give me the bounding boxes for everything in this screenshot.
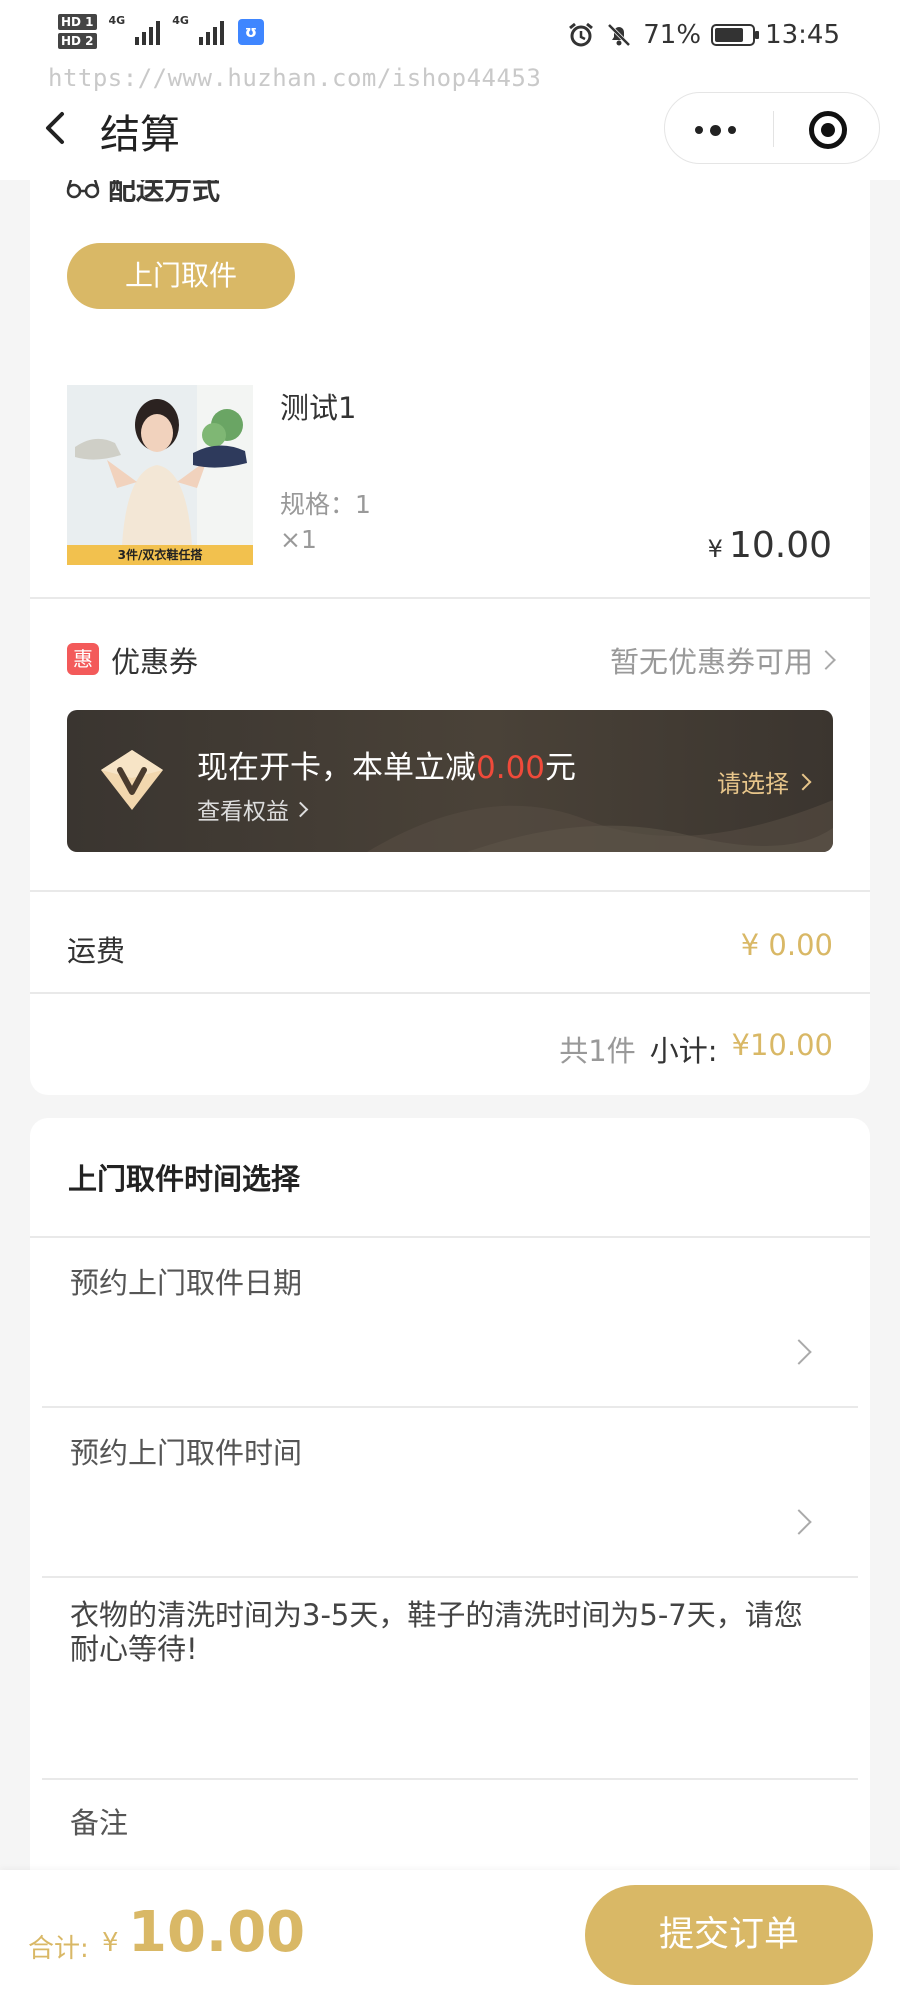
- product-price: ¥10.00: [708, 525, 832, 566]
- status-left: HD 1 HD 2 4G 4G ʊ: [58, 14, 264, 49]
- status-bar: HD 1 HD 2 4G 4G ʊ 71% 13:45 https://www.…: [0, 0, 900, 92]
- coupon-badge-icon: 惠: [67, 643, 99, 675]
- glasses-icon: [66, 179, 100, 199]
- status-right: 71% 13:45: [567, 20, 840, 50]
- order-card: 配送方式 上门取件 3件/双衣鞋任搭 测试1 规格：1 ×1 ¥10.00 惠 …: [30, 140, 870, 1095]
- pickup-time-title: 上门取件时间选择: [68, 1162, 301, 1196]
- back-arrow-icon[interactable]: [38, 110, 74, 146]
- divider: [30, 1236, 870, 1238]
- battery-percent: 71%: [643, 20, 702, 50]
- vip-title-prefix: 现在开卡，本单立减: [197, 750, 476, 786]
- mute-bell-icon: [607, 23, 631, 47]
- page-title: 结算: [100, 112, 180, 158]
- divider: [30, 890, 870, 892]
- chevron-right-icon: [786, 1509, 812, 1535]
- product-price-value: 10.00: [728, 525, 832, 566]
- divider: [42, 1406, 858, 1408]
- divider: [42, 1778, 858, 1780]
- vip-benefits-text: 查看权益: [197, 799, 289, 825]
- battery-icon: [711, 24, 760, 46]
- hd2-badge: HD 2: [58, 33, 97, 49]
- chevron-right-icon: [794, 773, 812, 790]
- alarm-icon: [569, 22, 594, 47]
- total-amount: 10.00: [128, 1900, 306, 1965]
- capsule-divider: [773, 111, 774, 147]
- divider: [42, 1576, 858, 1578]
- pickup-date-label: 预约上门取件日期: [70, 1266, 303, 1300]
- product-thumb-caption: 3件/双衣鞋任搭: [67, 545, 253, 565]
- chevron-right-icon: [292, 801, 309, 817]
- item-count: 共1件: [559, 1034, 636, 1068]
- currency-symbol: ¥: [707, 535, 723, 563]
- more-options-icon[interactable]: [695, 115, 815, 145]
- hd1-badge: HD 1: [58, 14, 97, 30]
- app-notification-icon: ʊ: [237, 18, 264, 45]
- product-name: 测试1: [280, 391, 357, 425]
- signal-icon: [135, 19, 161, 45]
- product-spec: 规格：1: [280, 490, 371, 519]
- pickup-method-button[interactable]: 上门取件: [67, 243, 295, 309]
- coupon-status-text: 暂无优惠券可用: [609, 645, 813, 679]
- vip-benefits-link[interactable]: 查看权益: [197, 792, 309, 826]
- product-thumbnail: 3件/双衣鞋任搭: [67, 385, 253, 565]
- coupon-label: 优惠券: [111, 645, 199, 679]
- checkout-bar: 合计: ¥ 10.00 提交订单: [0, 1870, 900, 2000]
- chevron-right-icon: [816, 650, 836, 670]
- coupon-status: 暂无优惠券可用: [609, 639, 836, 681]
- pickup-time-label: 预约上门取件时间: [70, 1436, 303, 1470]
- freight-value: ¥ 0.00: [740, 928, 833, 962]
- vip-title-suffix: 元: [545, 750, 577, 786]
- remark-field[interactable]: 备注: [70, 1800, 128, 1842]
- clock: 13:45: [765, 20, 840, 50]
- close-miniprogram-icon[interactable]: [809, 111, 847, 149]
- vip-title: 现在开卡，本单立减0.00元: [197, 742, 576, 787]
- subtotal-row: 共1件 小计: ¥10.00: [559, 1028, 833, 1070]
- coupon-row[interactable]: 惠 优惠券 暂无优惠券可用: [67, 637, 836, 685]
- network-type-2: 4G: [172, 14, 189, 27]
- submit-order-button[interactable]: 提交订单: [585, 1885, 873, 1985]
- network-type-1: 4G: [108, 14, 126, 27]
- product-image: [67, 385, 253, 565]
- vip-card-banner[interactable]: 现在开卡，本单立减0.00元 查看权益 请选择: [67, 710, 833, 852]
- top-bar: HD 1 HD 2 4G 4G ʊ 71% 13:45 https://www.…: [0, 0, 900, 180]
- freight-label: 运费: [67, 934, 126, 968]
- vip-discount-amount: 0.00: [476, 750, 546, 786]
- sim-indicators: HD 1 HD 2: [58, 14, 97, 49]
- miniprogram-capsule: [664, 92, 880, 164]
- total-currency: ¥: [102, 1928, 119, 1958]
- divider: [30, 597, 870, 599]
- signal-icon: [198, 19, 224, 45]
- total-label: 合计:: [28, 1934, 89, 1964]
- washing-time-notice: 衣物的清洗时间为3-5天，鞋子的清洗时间为5-7天，请您耐心等待!: [70, 1598, 803, 1666]
- vip-diamond-icon: [101, 750, 163, 810]
- vip-select-text: 请选择: [717, 770, 789, 798]
- subtotal-value: ¥10.00: [731, 1028, 833, 1062]
- product-quantity: ×1: [280, 525, 317, 554]
- pickup-time-card: 上门取件时间选择 预约上门取件日期 预约上门取件时间 衣物的清洗时间为3-5天，…: [30, 1118, 870, 1878]
- vip-select-button[interactable]: 请选择: [717, 764, 812, 799]
- chevron-right-icon: [786, 1339, 812, 1365]
- subtotal-label: 小计:: [649, 1034, 718, 1068]
- navigation-bar: 结算: [0, 88, 900, 170]
- divider: [30, 992, 870, 994]
